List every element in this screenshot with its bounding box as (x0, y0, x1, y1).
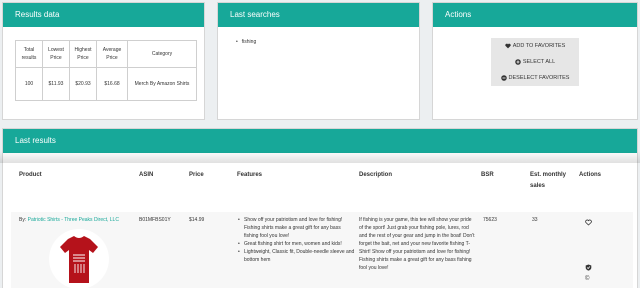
value-average-price: $16.68 (96, 67, 128, 101)
value-category: Merch By Amazon Shirts (127, 67, 197, 101)
feature-item: Lightweight, Classic fit, Double-needle … (237, 248, 355, 264)
actions-button-group: ADD TO FAVORITES SELECT ALL DESELECT FAV… (491, 38, 579, 86)
deselect-favorites-button[interactable]: DESELECT FAVORITES (491, 70, 579, 86)
header-category: Category (127, 40, 197, 68)
select-all-label: SELECT ALL (522, 59, 556, 65)
search-list: fishing (236, 39, 256, 45)
results-data-title: Results data (3, 3, 204, 27)
column-product: Product (19, 172, 42, 178)
tshirt-icon (60, 236, 98, 283)
product-brand-line: By: Patriotic Shirts - Three Peaks Direc… (19, 216, 147, 224)
column-actions: Actions (579, 172, 602, 178)
deselect-favorites-label: DESELECT FAVORITES (508, 75, 570, 81)
product-image[interactable] (49, 229, 109, 288)
bsr-value: 75623 (483, 217, 497, 223)
column-est-monthly-sales: Est. monthly sales (530, 172, 567, 189)
column-features: Features (237, 172, 263, 178)
header-lowest-price: Lowest Price (42, 40, 70, 68)
feature-item: Great fishing shirt for men, women and k… (237, 240, 355, 248)
value-highest-price: $20.93 (69, 67, 97, 101)
value-lowest-price: $11.93 (42, 67, 70, 101)
price-value: $14.99 (189, 217, 205, 223)
last-results-title: Last results (3, 129, 637, 153)
results-data-table: Total results Lowest Price Highest Price… (15, 40, 197, 101)
select-checkbox[interactable] (585, 264, 592, 274)
add-to-favorites-button[interactable]: ADD TO FAVORITES (491, 38, 579, 54)
column-price: Price (189, 172, 204, 178)
favorite-heart-button[interactable] (585, 219, 592, 229)
results-data-panel: Results data Total results Lowest Price … (2, 2, 205, 120)
last-searches-title: Last searches (218, 3, 419, 27)
add-to-favorites-label: ADD TO FAVORITES (512, 43, 566, 49)
brand-link[interactable]: Patriotic Shirts - Three Peaks Direct, L… (28, 217, 119, 223)
table-row: By: Patriotic Shirts - Three Peaks Direc… (11, 212, 633, 288)
column-description: Description (359, 172, 393, 178)
header-total-results: Total results (15, 40, 43, 68)
features-list: Show off your patriotism and love for fi… (237, 216, 355, 264)
actions-title: Actions (433, 3, 637, 27)
sales-value: 33 (532, 217, 538, 223)
scroll-shadow (0, 151, 640, 163)
column-asin: ASIN (139, 172, 154, 178)
heart-icon (505, 43, 511, 49)
heart-outline-icon (585, 219, 592, 226)
last-searches-panel: Last searches fishing (217, 2, 420, 120)
description-text: If fishing is your game, this tee will s… (359, 217, 475, 271)
check-shield-icon (585, 264, 592, 271)
value-total-results: 100 (15, 67, 43, 101)
minus-circle-icon (500, 75, 507, 81)
header-highest-price: Highest Price (69, 40, 97, 68)
search-item[interactable]: fishing (236, 39, 256, 45)
column-bsr: BSR (481, 172, 494, 178)
plus-circle-icon (515, 59, 521, 65)
header-average-price: Average Price (96, 40, 128, 68)
by-prefix: By: (19, 217, 27, 223)
copyright-icon[interactable]: © (585, 275, 589, 283)
actions-panel: Actions ADD TO FAVORITES SELECT ALL DESE… (432, 2, 638, 120)
feature-item: Show off your patriotism and love for fi… (237, 216, 355, 240)
asin-value: B01MFBS01Y (139, 217, 171, 223)
select-all-button[interactable]: SELECT ALL (491, 54, 579, 70)
